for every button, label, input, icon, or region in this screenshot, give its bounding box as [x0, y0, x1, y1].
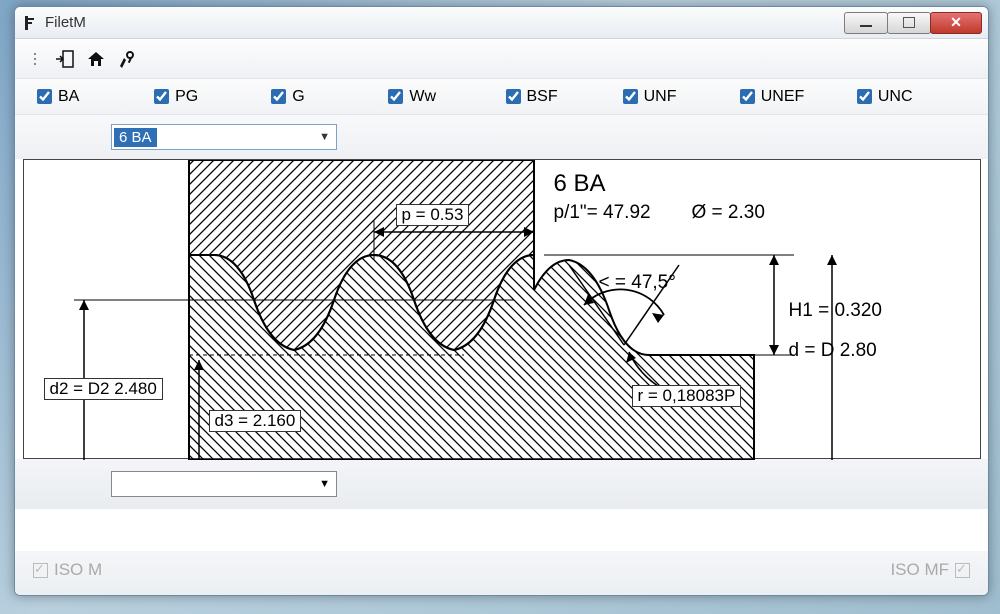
checkbox-g-label: G — [292, 88, 304, 106]
close-button[interactable] — [930, 12, 982, 34]
checkbox-unc-input[interactable] — [857, 89, 872, 104]
diagram-d2: d2 = D2 2.480 — [44, 378, 163, 400]
checkbox-g-input[interactable] — [271, 89, 286, 104]
window-controls — [845, 12, 982, 34]
iso-m-group: ISO M — [33, 560, 102, 580]
iso-mf-checkbox[interactable] — [955, 563, 970, 578]
checkbox-unef-input[interactable] — [740, 89, 755, 104]
app-icon — [21, 14, 39, 32]
second-dropdown[interactable]: ▼ — [111, 471, 337, 497]
app-window: FiletM — [14, 6, 989, 596]
checkbox-bsf[interactable]: BSF — [502, 86, 619, 107]
footer-row: ISO M ISO MF — [15, 551, 988, 595]
minimize-button[interactable] — [844, 12, 888, 34]
checkbox-unf-label: UNF — [644, 88, 677, 106]
iso-m-checkbox[interactable] — [33, 563, 48, 578]
diagram-pitch: p = 0.53 — [396, 204, 470, 226]
checkbox-ba[interactable]: BA — [33, 86, 150, 107]
diagram-tpi: p/1"= 47.92 — [554, 202, 651, 224]
exit-icon[interactable] — [55, 48, 77, 70]
diagram-r: r = 0,18083P — [632, 385, 742, 407]
checkbox-g[interactable]: G — [267, 86, 384, 107]
diagram-diameter: Ø = 2.30 — [692, 202, 765, 224]
maximize-button[interactable] — [887, 12, 931, 34]
iso-mf-label: ISO MF — [890, 560, 949, 580]
checkbox-unef-label: UNEF — [761, 88, 805, 106]
grip-icon[interactable] — [25, 48, 47, 70]
checkbox-unc-label: UNC — [878, 88, 913, 106]
iso-m-label: ISO M — [54, 560, 102, 580]
toolbar — [15, 39, 988, 79]
checkbox-pg[interactable]: PG — [150, 86, 267, 107]
checkbox-ba-label: BA — [58, 88, 79, 106]
chevron-down-icon: ▼ — [319, 131, 330, 143]
checkbox-pg-label: PG — [175, 88, 198, 106]
checkbox-bsf-input[interactable] — [506, 89, 521, 104]
diagram-d3: d3 = 2.160 — [209, 410, 302, 432]
thread-type-row: BA PG G Ww BSF UNF UNEF UNC — [15, 79, 988, 115]
home-icon[interactable] — [85, 48, 107, 70]
iso-mf-group: ISO MF — [890, 560, 970, 580]
size-dropdown[interactable]: 6 BA ▼ — [111, 124, 337, 150]
checkbox-unc[interactable]: UNC — [853, 86, 970, 107]
second-dropdown-row: ▼ — [15, 459, 988, 509]
tools-icon[interactable] — [115, 48, 137, 70]
checkbox-unf-input[interactable] — [623, 89, 638, 104]
titlebar[interactable]: FiletM — [15, 7, 988, 39]
checkbox-ww[interactable]: Ww — [384, 86, 501, 107]
diagram-d: d = D 2.80 — [789, 340, 877, 362]
thread-diagram: 6 BA p/1"= 47.92 Ø = 2.30 p = 0.53 < = 4… — [23, 159, 981, 459]
checkbox-ww-label: Ww — [409, 88, 436, 106]
checkbox-bsf-label: BSF — [527, 88, 558, 106]
chevron-down-icon: ▼ — [319, 478, 330, 490]
diagram-h1: H1 = 0.320 — [789, 300, 883, 322]
checkbox-ba-input[interactable] — [37, 89, 52, 104]
checkbox-unf[interactable]: UNF — [619, 86, 736, 107]
checkbox-pg-input[interactable] — [154, 89, 169, 104]
diagram-angle: < = 47,5° — [599, 272, 676, 294]
size-dropdown-value: 6 BA — [114, 128, 157, 147]
size-dropdown-row: 6 BA ▼ — [15, 115, 988, 159]
diagram-title: 6 BA — [554, 170, 606, 198]
window-title: FiletM — [45, 14, 86, 31]
checkbox-ww-input[interactable] — [388, 89, 403, 104]
checkbox-unef[interactable]: UNEF — [736, 86, 853, 107]
